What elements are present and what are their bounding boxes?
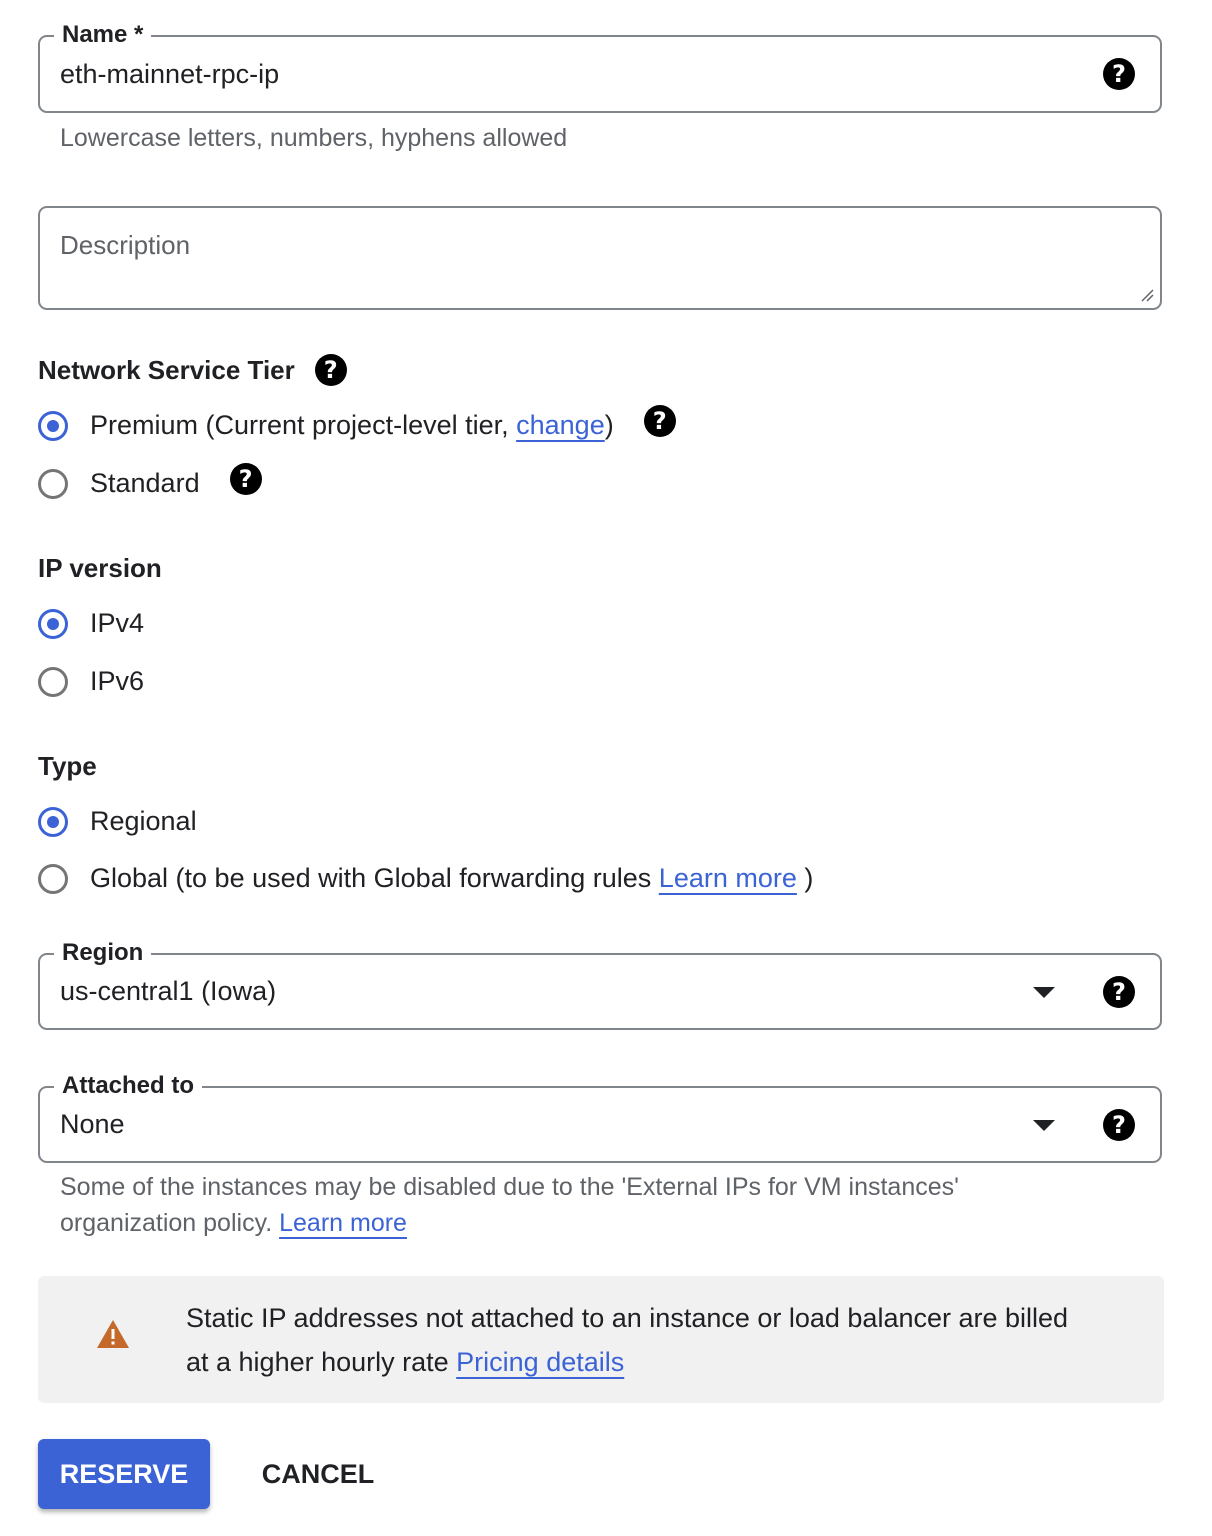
name-field[interactable]: Name * eth-mainnet-rpc-ip ? [38, 20, 1162, 113]
help-circle-icon[interactable]: ? [314, 354, 347, 386]
warning-icon [97, 1320, 129, 1348]
dropdown-caret-icon[interactable] [1033, 1120, 1055, 1131]
attached-to-label: Attached to [54, 1071, 202, 1101]
dropdown-caret-icon[interactable] [1033, 987, 1055, 998]
global-label-suffix: ) [796, 863, 814, 893]
attached-hint-line2-text: organization policy. [60, 1209, 280, 1237]
ip-option-ipv4[interactable]: IPv4 [38, 608, 144, 639]
network-tier-title-text: Network Service Tier [38, 354, 295, 385]
ipv6-label: IPv6 [90, 666, 145, 696]
premium-label-suffix: ) [604, 410, 614, 440]
help-circle-icon[interactable]: ? [229, 462, 262, 495]
attached-to-value: None [60, 1109, 125, 1139]
global-label: Global (to be used with Global forwardin… [90, 863, 813, 894]
change-tier-link[interactable]: change [516, 410, 605, 440]
radio-global[interactable] [38, 863, 68, 894]
type-option-regional[interactable]: Regional [38, 806, 197, 837]
radio-ipv6[interactable] [38, 666, 68, 697]
billing-notice: Static IP addresses not attached to an i… [38, 1276, 1164, 1403]
type-option-global[interactable]: Global (to be used with Global forwardin… [38, 863, 813, 894]
attached-hint-line1: Some of the instances may be disabled du… [60, 1173, 959, 1201]
description-textarea[interactable]: Description [38, 206, 1162, 310]
help-circle-icon[interactable]: ? [1103, 58, 1135, 90]
radio-regional[interactable] [38, 806, 68, 837]
premium-label-text: Premium (Current project-level tier, [90, 410, 517, 440]
description-placeholder: Description [60, 230, 191, 260]
ipv4-label: IPv4 [90, 608, 145, 638]
reserve-button[interactable]: RESERVE [38, 1439, 210, 1509]
region-label: Region [54, 938, 152, 968]
resize-handle-icon[interactable] [1140, 288, 1154, 302]
notice-line2-text: at a higher hourly rate [186, 1347, 457, 1377]
cancel-button[interactable]: CANCEL [240, 1439, 396, 1509]
help-circle-icon[interactable]: ? [1103, 1109, 1135, 1141]
attached-to-hint: Some of the instances may be disabled du… [60, 1169, 959, 1241]
radio-standard[interactable] [38, 468, 68, 499]
name-hint: Lowercase letters, numbers, hyphens allo… [60, 124, 568, 152]
notice-text: Static IP addresses not attached to an i… [186, 1296, 1068, 1384]
radio-premium[interactable] [38, 410, 68, 441]
attached-to-select[interactable]: Attached to None ? [38, 1071, 1162, 1163]
ip-option-ipv6[interactable]: IPv6 [38, 666, 144, 697]
premium-label: Premium (Current project-level tier, cha… [90, 410, 614, 441]
global-learn-more-link[interactable]: Learn more [659, 863, 797, 893]
region-value: us-central1 (Iowa) [60, 976, 277, 1006]
tier-option-premium[interactable]: Premium (Current project-level tier, cha… [38, 404, 676, 441]
help-circle-icon[interactable]: ? [643, 404, 676, 437]
radio-ipv4[interactable] [38, 608, 68, 639]
tier-option-standard[interactable]: Standard ? [38, 462, 262, 499]
help-circle-icon[interactable]: ? [1103, 976, 1135, 1008]
global-label-text: Global (to be used with Global forwardin… [90, 863, 659, 893]
notice-line1: Static IP addresses not attached to an i… [186, 1303, 1069, 1333]
standard-label: Standard [90, 468, 200, 498]
attached-hint-line2: organization policy. Learn more [60, 1205, 959, 1241]
notice-line2: at a higher hourly rate Pricing details [186, 1340, 1068, 1384]
network-tier-title: Network Service Tier ? [38, 354, 347, 386]
region-select[interactable]: Region us-central1 (Iowa) ? [38, 938, 1162, 1030]
name-label: Name * [54, 20, 152, 50]
pricing-details-link[interactable]: Pricing details [456, 1347, 624, 1377]
type-title: Type [38, 751, 97, 781]
regional-label: Regional [90, 806, 197, 836]
ip-version-title: IP version [38, 553, 162, 583]
policy-learn-more-link[interactable]: Learn more [279, 1209, 407, 1237]
name-input[interactable]: eth-mainnet-rpc-ip [60, 59, 279, 90]
